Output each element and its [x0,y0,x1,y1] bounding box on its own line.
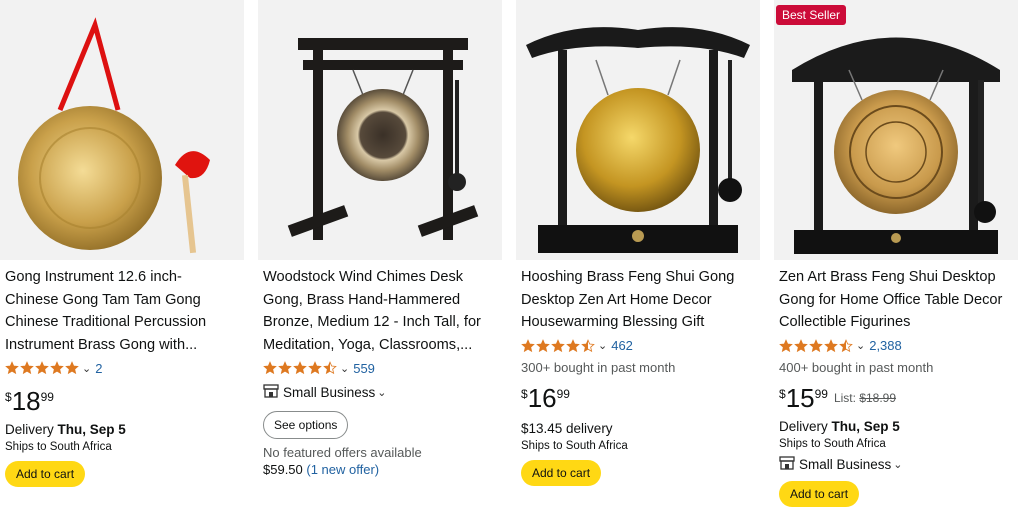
delivery-info: Delivery Thu, Sep 5 [779,418,900,434]
no-offers-text: No featured offers available [263,445,422,460]
delivery-info: Delivery Thu, Sep 5 [5,422,126,437]
new-offer-link[interactable]: (1 new offer) [306,462,379,477]
product-image[interactable] [516,0,760,260]
star-icon [278,361,292,375]
star-icon [581,338,595,352]
review-count[interactable]: 2 [95,361,102,376]
star-icon [35,361,49,375]
star-icon [566,338,580,352]
star-rating [779,338,854,353]
product-card: Woodstock Wind Chimes Desk Gong, Brass H… [258,0,502,527]
product-image[interactable] [258,0,502,260]
rating-row[interactable]: ⌄ 559 [263,358,497,378]
star-icon [794,338,808,352]
product-card: Best Seller Zen Art Brass Feng Shui Desk… [774,0,1018,527]
product-card: Hooshing Brass Feng Shui Gong Desktop Ze… [516,0,760,527]
small-business-badge[interactable]: Small Business ⌄ [263,384,497,401]
star-icon [536,338,550,352]
ships-to: Ships to South Africa [779,437,886,450]
star-icon [779,338,793,352]
star-icon [839,338,853,352]
product-title[interactable]: Zen Art Brass Feng Shui Desktop Gong for… [779,266,1013,334]
product-title[interactable]: Hooshing Brass Feng Shui Gong Desktop Ze… [521,266,755,334]
chevron-down-icon: ⌄ [598,340,608,352]
store-icon [263,384,279,401]
chevron-down-icon: ⌄ [856,340,866,352]
rating-row[interactable]: ⌄ 2,388 [779,336,1013,356]
product-image[interactable] [0,0,244,260]
chevron-down-icon: ⌄ [893,458,903,471]
add-to-cart-button[interactable]: Add to cart [521,459,602,486]
star-icon [323,361,337,375]
ships-to: Ships to South Africa [5,441,112,453]
star-icon [20,361,34,375]
star-icon [50,361,64,375]
offer-line: $59.50 (1 new offer) [263,462,380,477]
star-icon [263,361,277,375]
store-icon [779,455,795,473]
rating-row[interactable]: ⌄ 462 [521,336,755,356]
star-icon [293,361,307,375]
price[interactable]: $ 18 99 [5,386,239,416]
delivery-fee: $13.45 delivery [521,420,613,436]
review-count[interactable]: 462 [611,338,633,353]
see-options-button[interactable]: See options [263,411,349,439]
star-icon [521,338,535,352]
add-to-cart-button[interactable]: Add to cart [779,480,860,507]
bought-count: 400+ bought in past month [779,359,934,375]
star-rating [521,338,596,353]
chevron-down-icon: ⌄ [82,362,92,375]
add-to-cart-button[interactable]: Add to cart [5,461,86,487]
star-icon [308,361,322,375]
product-title[interactable]: Gong Instrument 12.6 inch- Chinese Gong … [5,266,239,356]
bought-count: 300+ bought in past month [521,359,676,375]
results-grid: Gong Instrument 12.6 inch- Chinese Gong … [0,0,1024,527]
star-icon [65,361,79,375]
review-count[interactable]: 2,388 [869,338,902,353]
product-image[interactable]: Best Seller [774,0,1018,260]
price[interactable]: $ 16 99 [521,383,755,413]
product-title[interactable]: Woodstock Wind Chimes Desk Gong, Brass H… [263,266,497,356]
star-rating [5,361,80,375]
small-business-badge[interactable]: Small Business ⌄ [779,455,1013,473]
chevron-down-icon: ⌄ [377,387,387,399]
chevron-down-icon: ⌄ [340,362,350,375]
star-rating [263,361,338,375]
list-price: List: $18.99 [833,390,897,405]
star-icon [824,338,838,352]
star-icon [551,338,565,352]
price[interactable]: $ 15 99 List: $18.99 [779,383,1013,413]
best-seller-badge: Best Seller [776,5,847,25]
star-icon [809,338,823,352]
star-icon [5,361,19,375]
review-count[interactable]: 559 [353,361,375,376]
rating-row[interactable]: ⌄ 2 [5,358,239,378]
product-card: Gong Instrument 12.6 inch- Chinese Gong … [0,0,244,527]
ships-to: Ships to South Africa [521,439,628,452]
